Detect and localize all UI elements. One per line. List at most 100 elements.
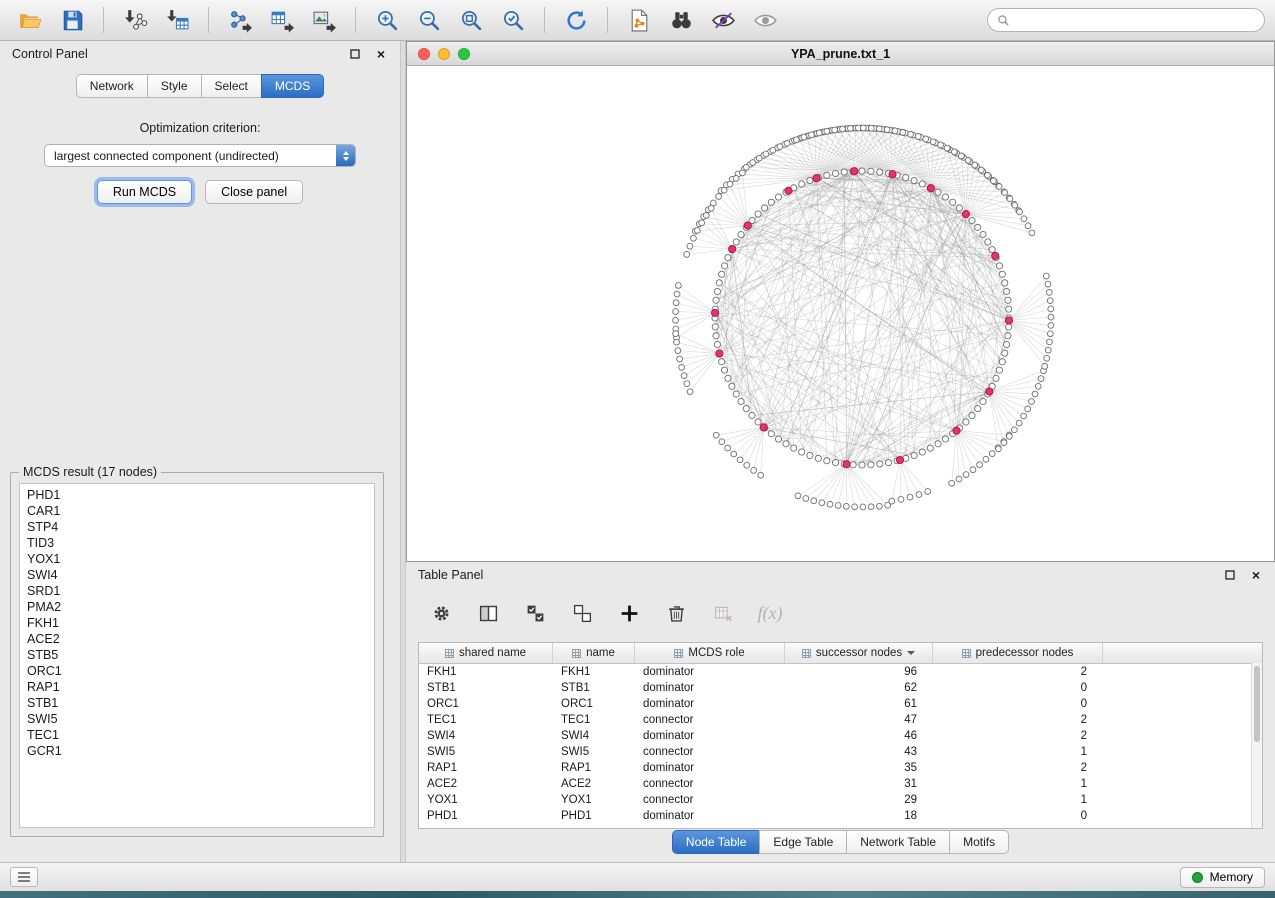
refresh-button[interactable] bbox=[556, 4, 596, 36]
table-cell[interactable]: RAP1 bbox=[419, 760, 553, 776]
deselect-all-button[interactable] bbox=[569, 600, 595, 626]
table-cell[interactable]: dominator bbox=[635, 664, 785, 680]
delete-table-button[interactable] bbox=[710, 600, 736, 626]
table-cell[interactable]: dominator bbox=[635, 696, 785, 712]
table-cell[interactable]: 0 bbox=[933, 808, 1103, 824]
close-table-panel-button[interactable]: × bbox=[1249, 568, 1263, 582]
table-row[interactable]: ACE2ACE2connector311 bbox=[419, 776, 1262, 792]
window-close-button[interactable] bbox=[418, 48, 430, 60]
add-row-button[interactable] bbox=[616, 600, 642, 626]
export-table-button[interactable] bbox=[262, 4, 302, 36]
table-cell[interactable]: FKH1 bbox=[553, 664, 635, 680]
tab-node-table[interactable]: Node Table bbox=[672, 830, 761, 854]
table-row[interactable]: FKH1FKH1dominator962 bbox=[419, 664, 1262, 680]
window-zoom-button[interactable] bbox=[458, 48, 470, 60]
mcds-result-item[interactable]: STB5 bbox=[20, 647, 374, 663]
style-eye-button[interactable] bbox=[703, 4, 743, 36]
column-header-successor-nodes[interactable]: successor nodes bbox=[785, 643, 933, 663]
column-header-predecessor-nodes[interactable]: predecessor nodes bbox=[933, 643, 1103, 663]
table-cell[interactable]: 2 bbox=[933, 712, 1103, 728]
table-cell[interactable]: SWI5 bbox=[553, 744, 635, 760]
import-table-button[interactable] bbox=[157, 4, 197, 36]
table-cell[interactable]: 35 bbox=[785, 760, 933, 776]
tab-mcds[interactable]: MCDS bbox=[261, 74, 324, 98]
zoom-fit-button[interactable] bbox=[451, 4, 491, 36]
mcds-result-item[interactable]: ACE2 bbox=[20, 631, 374, 647]
table-cell[interactable]: 61 bbox=[785, 696, 933, 712]
table-cell[interactable]: SWI4 bbox=[553, 728, 635, 744]
mcds-result-item[interactable]: FKH1 bbox=[20, 615, 374, 631]
column-header-MCDS-role[interactable]: MCDS role bbox=[635, 643, 785, 663]
column-selector-button[interactable] bbox=[475, 600, 501, 626]
table-cell[interactable]: 1 bbox=[933, 792, 1103, 808]
table-cell[interactable]: 62 bbox=[785, 680, 933, 696]
export-network-button[interactable] bbox=[220, 4, 260, 36]
close-panel-action-button[interactable]: Close panel bbox=[205, 180, 303, 204]
mcds-result-item[interactable]: TID3 bbox=[20, 535, 374, 551]
table-row[interactable]: PHD1PHD1dominator180 bbox=[419, 808, 1262, 824]
close-panel-button[interactable]: × bbox=[374, 47, 388, 61]
table-scrollbar[interactable] bbox=[1251, 663, 1262, 828]
scrollbar-thumb[interactable] bbox=[1254, 666, 1260, 742]
tab-select[interactable]: Select bbox=[201, 74, 262, 98]
mcds-result-item[interactable]: GCR1 bbox=[20, 743, 374, 759]
export-image-button[interactable] bbox=[304, 4, 344, 36]
task-history-button[interactable] bbox=[10, 867, 38, 887]
table-cell[interactable]: STB1 bbox=[419, 680, 553, 696]
table-cell[interactable]: dominator bbox=[635, 680, 785, 696]
table-cell[interactable]: ACE2 bbox=[553, 776, 635, 792]
table-cell[interactable]: TEC1 bbox=[553, 712, 635, 728]
tab-network-table[interactable]: Network Table bbox=[846, 830, 950, 854]
table-row[interactable]: RAP1RAP1dominator352 bbox=[419, 760, 1262, 776]
table-cell[interactable]: 29 bbox=[785, 792, 933, 808]
table-cell[interactable]: connector bbox=[635, 744, 785, 760]
table-cell[interactable]: connector bbox=[635, 776, 785, 792]
mcds-result-item[interactable]: PHD1 bbox=[20, 487, 374, 503]
table-cell[interactable]: PHD1 bbox=[419, 808, 553, 824]
mcds-result-item[interactable]: CAR1 bbox=[20, 503, 374, 519]
table-cell[interactable]: 47 bbox=[785, 712, 933, 728]
mcds-result-item[interactable]: PMA2 bbox=[20, 599, 374, 615]
mcds-result-item[interactable]: STB1 bbox=[20, 695, 374, 711]
table-cell[interactable]: dominator bbox=[635, 760, 785, 776]
binoculars-button[interactable] bbox=[661, 4, 701, 36]
table-row[interactable]: YOX1YOX1connector291 bbox=[419, 792, 1262, 808]
table-cell[interactable]: 1 bbox=[933, 744, 1103, 760]
table-cell[interactable]: dominator bbox=[635, 728, 785, 744]
table-cell[interactable]: SWI4 bbox=[419, 728, 553, 744]
mcds-result-item[interactable]: RAP1 bbox=[20, 679, 374, 695]
table-cell[interactable]: 31 bbox=[785, 776, 933, 792]
table-cell[interactable]: 2 bbox=[933, 760, 1103, 776]
table-row[interactable]: SWI5SWI5connector431 bbox=[419, 744, 1262, 760]
mcds-result-item[interactable]: ORC1 bbox=[20, 663, 374, 679]
mcds-result-item[interactable]: SRD1 bbox=[20, 583, 374, 599]
table-cell[interactable]: ACE2 bbox=[419, 776, 553, 792]
table-cell[interactable]: 0 bbox=[933, 680, 1103, 696]
import-network-button[interactable] bbox=[115, 4, 155, 36]
network-window-titlebar[interactable]: YPA_prune.txt_1 bbox=[407, 42, 1274, 66]
float-panel-button[interactable] bbox=[348, 47, 362, 61]
table-cell[interactable]: 43 bbox=[785, 744, 933, 760]
mcds-result-item[interactable]: TEC1 bbox=[20, 727, 374, 743]
network-graph[interactable] bbox=[407, 66, 1274, 562]
table-cell[interactable]: TEC1 bbox=[419, 712, 553, 728]
table-cell[interactable]: 1 bbox=[933, 776, 1103, 792]
table-row[interactable]: TEC1TEC1connector472 bbox=[419, 712, 1262, 728]
table-cell[interactable]: 2 bbox=[933, 664, 1103, 680]
table-cell[interactable]: SWI5 bbox=[419, 744, 553, 760]
mcds-result-list[interactable]: PHD1CAR1STP4TID3YOX1SWI4SRD1PMA2FKH1ACE2… bbox=[19, 483, 375, 828]
table-row[interactable]: ORC1ORC1dominator610 bbox=[419, 696, 1262, 712]
table-cell[interactable]: connector bbox=[635, 792, 785, 808]
tab-network[interactable]: Network bbox=[76, 74, 148, 98]
table-cell[interactable]: 18 bbox=[785, 808, 933, 824]
table-cell[interactable]: FKH1 bbox=[419, 664, 553, 680]
open-session-button[interactable] bbox=[10, 4, 50, 36]
table-row[interactable]: SWI4SWI4dominator462 bbox=[419, 728, 1262, 744]
table-cell[interactable]: 2 bbox=[933, 728, 1103, 744]
run-mcds-button[interactable]: Run MCDS bbox=[97, 180, 192, 204]
zoom-in-button[interactable] bbox=[367, 4, 407, 36]
table-settings-button[interactable] bbox=[428, 600, 454, 626]
table-cell[interactable]: 46 bbox=[785, 728, 933, 744]
zoom-selected-button[interactable] bbox=[493, 4, 533, 36]
column-header-shared-name[interactable]: shared name bbox=[419, 643, 553, 663]
